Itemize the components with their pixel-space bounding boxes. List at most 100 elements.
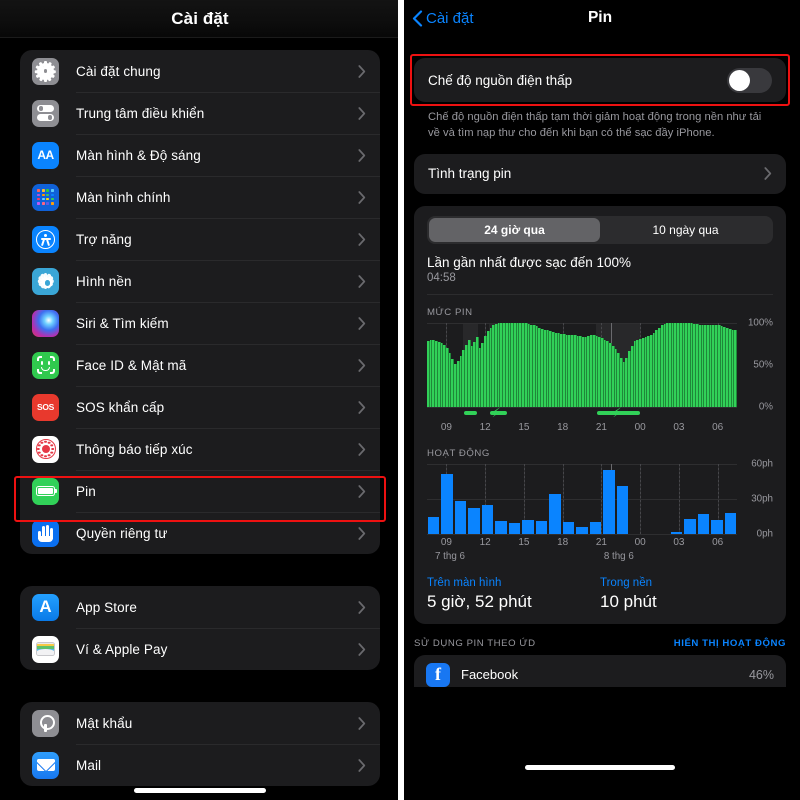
siri-icon bbox=[32, 309, 59, 337]
activity-bar bbox=[441, 474, 453, 534]
sidebar-item-v-apple-pay[interactable]: Ví & Apple Pay bbox=[20, 628, 380, 670]
segment-0[interactable]: 24 giờ qua bbox=[429, 217, 600, 242]
battery-level-section-label: MỨC PIN bbox=[427, 306, 473, 318]
stat-key: Trong nền bbox=[600, 576, 652, 589]
battery-health-card[interactable]: Tình trạng pin bbox=[414, 153, 786, 194]
chevron-right-icon bbox=[764, 167, 772, 181]
sidebar-item-app-store[interactable]: A App Store bbox=[20, 586, 380, 628]
activity-bar bbox=[670, 532, 683, 534]
ytick: 60ph bbox=[751, 458, 773, 470]
home-indicator bbox=[134, 788, 266, 793]
stat-value: 5 giờ, 52 phút bbox=[427, 591, 532, 611]
usage-stats: Trên màn hình 5 giờ, 52 phút Trong nền 10 p… bbox=[427, 577, 773, 612]
xtick: 03 bbox=[673, 421, 685, 433]
xtick: 09 bbox=[440, 536, 452, 548]
activity-section-label: HOẠT ĐỘNG bbox=[427, 447, 490, 459]
sidebar-item-m-n-h-nh-ch-nh[interactable]: Màn hình chính bbox=[20, 176, 380, 218]
low-power-toggle[interactable] bbox=[727, 67, 772, 93]
low-power-row[interactable]: Chế độ nguồn điện thấp bbox=[414, 58, 786, 102]
day-label: 7 thg 6 bbox=[434, 550, 465, 562]
xtick: 18 bbox=[557, 536, 569, 548]
xtick: 12 bbox=[479, 536, 491, 548]
segment-1[interactable]: 10 ngày qua bbox=[600, 218, 771, 242]
chevron-right-icon bbox=[358, 600, 366, 614]
sidebar-item-quy-n-ri-ng-t[interactable]: Quyền riêng tư bbox=[20, 512, 380, 554]
sidebar-item-label: Màn hình & Độ sáng bbox=[76, 147, 201, 163]
sidebar-item-siri-t-m-ki-m[interactable]: Siri & Tìm kiếm bbox=[20, 302, 380, 344]
xtick: 21 bbox=[595, 536, 607, 548]
xtick: 21 bbox=[595, 421, 607, 433]
app-usage-row[interactable]: f Facebook 46% bbox=[414, 654, 786, 687]
day-label: 8 thg 6 bbox=[603, 550, 634, 562]
battery-health-row[interactable]: Tình trạng pin bbox=[414, 154, 786, 194]
stat-0: Trên màn hình 5 giờ, 52 phút bbox=[427, 577, 600, 612]
app-store-icon: A bbox=[32, 593, 59, 621]
sidebar-item-pin[interactable]: Pin bbox=[20, 470, 380, 512]
sidebar-item-label: Ví & Apple Pay bbox=[76, 641, 168, 657]
time-range-segmented-control[interactable]: 24 giờ qua 10 ngày qua bbox=[427, 215, 773, 244]
low-power-label: Chế độ nguồn điện thấp bbox=[428, 72, 573, 88]
sidebar-item-sos-kh-n-c-p[interactable]: SOS SOS khẩn cấp bbox=[20, 386, 380, 428]
sidebar-item-label: Trung tâm điều khiển bbox=[76, 105, 205, 121]
last-charge-time: 04:58 bbox=[427, 271, 456, 284]
stat-1: Trong nền 10 phút bbox=[600, 577, 773, 612]
back-button[interactable]: Cài đặt bbox=[412, 10, 474, 27]
chevron-right-icon bbox=[358, 442, 366, 456]
gridline-h bbox=[427, 533, 737, 535]
xtick: 06 bbox=[712, 536, 724, 548]
sidebar-item-c-i-t-chung[interactable]: Cài đặt chung bbox=[20, 50, 380, 92]
activity-bar bbox=[589, 522, 602, 534]
sidebar-item-th-ng-b-o-ti-p-x-c[interactable]: Thông báo tiếp xúc bbox=[20, 428, 380, 470]
sidebar-item-h-nh-n-n[interactable]: Hình nền bbox=[20, 260, 380, 302]
toggle-knob bbox=[729, 69, 750, 91]
sidebar-item-m-t-kh-u[interactable]: Mật khẩu bbox=[20, 702, 380, 744]
sidebar-item-mail[interactable]: Mail bbox=[20, 744, 380, 786]
settings-group: Cài đặt chung Trung tâm điều khiển AA Màn h… bbox=[20, 50, 380, 554]
charging-bolt-icon: ⚡ bbox=[491, 404, 501, 420]
battery-header: Cài đặt Pin bbox=[400, 0, 800, 36]
activity-xaxis: 09 12 15 18 21 00 03 06 bbox=[427, 537, 737, 551]
charging-indicator-strip: ⚡ ⚡ bbox=[427, 404, 737, 420]
settings-group: A App Store Ví & Apple Pay bbox=[20, 586, 380, 670]
xtick: 12 bbox=[479, 421, 491, 433]
battery-body: Chế độ nguồn điện thấp Chế độ nguồn điện… bbox=[400, 54, 800, 687]
sos-icon: SOS bbox=[32, 393, 59, 421]
battery-level-yaxis: 100% 50% 0% bbox=[739, 317, 773, 412]
show-activity-button[interactable]: HIỂN THỊ HOẠT ĐỘNG bbox=[674, 638, 786, 649]
ytick: 50% bbox=[753, 359, 773, 371]
low-power-footnote: Chế độ nguồn điện thấp tạm thời giảm hoạ… bbox=[428, 111, 762, 139]
sidebar-item-face-id-m-t-m[interactable]: Face ID & Mật mã bbox=[20, 344, 380, 386]
stat-value: 10 phút bbox=[600, 591, 657, 611]
activity-bar bbox=[724, 512, 737, 534]
chevron-right-icon bbox=[358, 232, 366, 246]
xtick: 15 bbox=[518, 536, 530, 548]
xtick: 00 bbox=[634, 421, 646, 433]
charging-bar bbox=[463, 410, 478, 415]
ytick: 0ph bbox=[756, 528, 773, 540]
xtick: 18 bbox=[557, 421, 569, 433]
app-name: Facebook bbox=[461, 667, 519, 683]
sidebar-item-m-n-h-nh-s-ng[interactable]: AA Màn hình & Độ sáng bbox=[20, 134, 380, 176]
activity-bar bbox=[508, 523, 521, 534]
gear-icon bbox=[32, 57, 59, 85]
activity-bar bbox=[495, 520, 507, 534]
xtick: 00 bbox=[634, 536, 646, 548]
sidebar-item-label: Cài đặt chung bbox=[76, 63, 161, 79]
sidebar-item-label: Mail bbox=[76, 757, 102, 773]
activity-bar bbox=[522, 519, 534, 534]
sidebar-item-trung-t-m-i-u-khi-n[interactable]: Trung tâm điều khiển bbox=[20, 92, 380, 134]
activity-bar bbox=[576, 526, 588, 534]
activity-bar bbox=[684, 518, 696, 534]
accessibility-icon bbox=[32, 225, 59, 253]
sidebar-item-tr-n-ng[interactable]: Trợ năng bbox=[20, 218, 380, 260]
home-screen-icon bbox=[32, 183, 59, 211]
activity-bar bbox=[549, 494, 561, 534]
xtick: 09 bbox=[440, 421, 452, 433]
sidebar-item-label: Hình nền bbox=[76, 273, 132, 289]
panel-divider bbox=[398, 0, 404, 800]
activity-bar bbox=[481, 504, 494, 534]
activity-bar bbox=[697, 513, 710, 534]
wallpaper-icon bbox=[32, 267, 59, 295]
battery-detail-panel: Cài đặt Pin Chế độ nguồn điện thấp Chế đ… bbox=[400, 0, 800, 800]
